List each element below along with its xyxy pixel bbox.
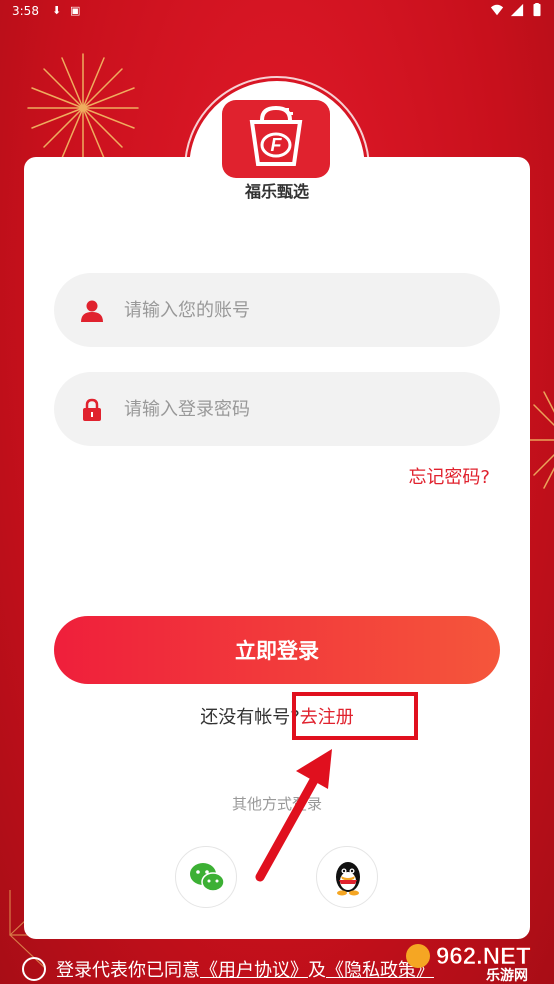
wifi-icon (490, 4, 504, 16)
register-row: 还没有帐号?去注册 (24, 703, 530, 729)
wechat-icon (190, 863, 225, 892)
battery-icon (533, 3, 541, 17)
register-prompt: 还没有帐号? (200, 707, 300, 728)
shopping-bag-icon: F (249, 105, 303, 166)
account-input[interactable] (124, 273, 474, 347)
forgot-password-link[interactable]: 忘记密码? (408, 463, 490, 489)
watermark-logo: 962.NET 乐游网 (402, 934, 548, 984)
signal-icon (510, 3, 524, 17)
download-icon: ⬇ (52, 4, 62, 17)
user-agreement-link[interactable]: 《用户协议》 (200, 960, 308, 981)
password-input[interactable] (124, 372, 474, 446)
agree-radio-button[interactable] (22, 957, 46, 981)
status-bar: 3:58 ⬇ ▣ (0, 0, 554, 24)
user-icon (81, 300, 103, 322)
account-field[interactable] (54, 273, 500, 347)
svg-text:乐游网: 乐游网 (486, 967, 528, 984)
notification-icon: ▣ (70, 4, 81, 17)
watermark-graphic: 962.NET 乐游网 (406, 943, 531, 984)
svg-text:962.NET: 962.NET (436, 943, 531, 970)
app-logo: F (222, 100, 330, 178)
app-name: 福乐甄选 (244, 182, 309, 201)
red-arrow-annotation (255, 749, 332, 882)
svg-text:F: F (271, 135, 283, 155)
firework-decoration (27, 53, 139, 163)
agreement-and: 及 (308, 960, 326, 981)
password-field[interactable] (54, 372, 500, 446)
agreement-prefix: 登录代表你已同意 (56, 960, 200, 981)
register-highlight-box (292, 692, 418, 740)
wechat-login-button[interactable] (175, 846, 237, 908)
login-button[interactable]: 立即登录 (54, 616, 500, 684)
status-time: 3:58 (12, 4, 39, 18)
lock-icon (83, 398, 101, 421)
